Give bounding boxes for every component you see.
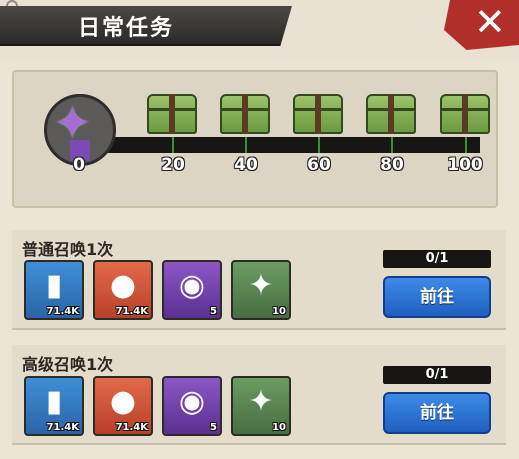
reward-chest-20[interactable] — [147, 94, 197, 134]
reward-count: 71.4K — [115, 306, 148, 317]
reward-item[interactable]: ● 71.4K — [93, 376, 153, 436]
purple-star-icon: ✦ — [248, 268, 274, 303]
bottle-cap-icon: ● — [109, 384, 137, 419]
milestone-tick — [172, 137, 174, 153]
reward-chest-60[interactable] — [293, 94, 343, 134]
page-title: 日常任务 — [78, 16, 175, 41]
progress-current-label: 0 — [73, 155, 85, 175]
milestone-label: 40 — [234, 155, 258, 175]
milestone-label: 20 — [161, 155, 185, 175]
task-progress-bar: 0/1 — [383, 250, 491, 268]
reward-item[interactable]: ✦ 10 — [231, 260, 291, 320]
purple-orb-icon: ◉ — [178, 268, 206, 303]
reward-item[interactable]: ✦ 10 — [231, 376, 291, 436]
task-title: 高级召唤1次 — [22, 355, 114, 374]
reward-item[interactable]: ◉ 5 — [162, 260, 222, 320]
reward-count: 71.4K — [46, 422, 79, 433]
reward-item[interactable]: ● 71.4K — [93, 260, 153, 320]
reward-count: 10 — [272, 306, 286, 317]
task-progress-bar: 0/1 — [383, 366, 491, 384]
milestone-tick — [465, 137, 467, 153]
milestone-tick — [245, 137, 247, 153]
reward-chest-100[interactable] — [440, 94, 490, 134]
milestone-label: 100 — [447, 155, 483, 175]
go-button[interactable]: 前往 — [383, 276, 491, 318]
bottle-cap-icon: ● — [109, 268, 137, 303]
purple-star-icon: ✦ — [248, 384, 274, 419]
medal-star-icon: ✦ — [54, 98, 91, 149]
energy-can-icon: ▮ — [45, 384, 63, 419]
reward-count: 10 — [272, 422, 286, 433]
reward-item[interactable]: ▮ 71.4K — [24, 376, 84, 436]
milestone-tick — [391, 137, 393, 153]
task-title: 普通召唤1次 — [22, 240, 114, 259]
milestone-tick — [318, 137, 320, 153]
reward-item[interactable]: ▮ 71.4K — [24, 260, 84, 320]
purple-orb-icon: ◉ — [178, 384, 206, 419]
reward-count: 5 — [210, 422, 217, 433]
reward-count: 71.4K — [46, 306, 79, 317]
reward-chest-80[interactable] — [366, 94, 416, 134]
close-icon[interactable]: ✕ — [474, 2, 506, 42]
progress-track — [108, 137, 480, 153]
milestone-label: 60 — [307, 155, 331, 175]
milestone-label: 80 — [380, 155, 404, 175]
reward-chest-40[interactable] — [220, 94, 270, 134]
reward-item[interactable]: ◉ 5 — [162, 376, 222, 436]
go-button[interactable]: 前往 — [383, 392, 491, 434]
energy-can-icon: ▮ — [45, 268, 63, 303]
reward-count: 5 — [210, 306, 217, 317]
reward-count: 71.4K — [115, 422, 148, 433]
